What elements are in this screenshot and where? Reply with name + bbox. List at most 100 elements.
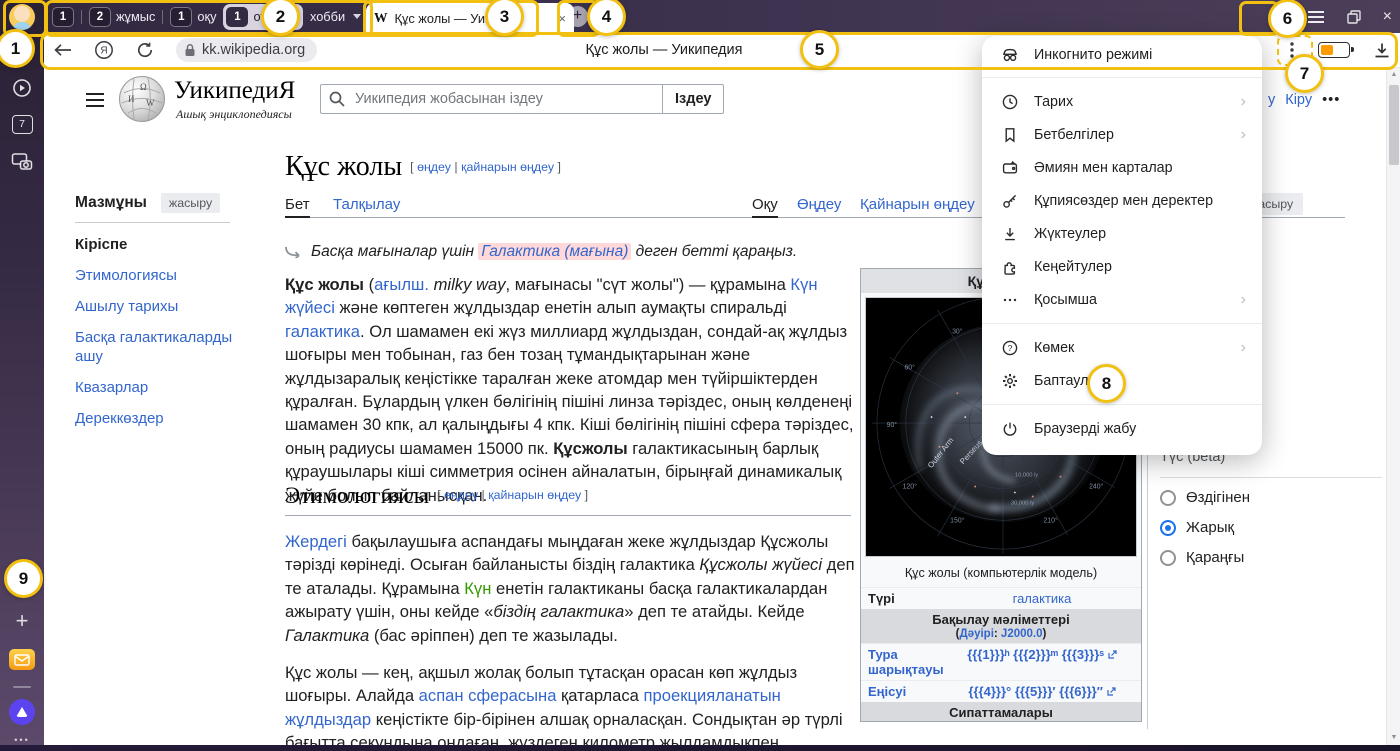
tab-group-1[interactable]: 1 <box>52 7 74 27</box>
external-link-icon <box>1107 687 1116 696</box>
wiki-search: Іздеу <box>320 84 724 114</box>
ra-label[interactable]: Тура шарықтауы <box>861 644 943 680</box>
radio-auto[interactable]: Өздігінен <box>1160 489 1250 506</box>
incognito-icon <box>1001 46 1019 64</box>
chevron-right-icon: › <box>1241 292 1246 308</box>
scrollbar-thumb[interactable] <box>1389 85 1399 165</box>
menu-item-help[interactable]: ? Көмек› <box>982 331 1262 364</box>
yandex-mail-icon[interactable] <box>9 649 35 670</box>
profile-avatar[interactable] <box>9 4 35 30</box>
toc-item-discovery[interactable]: Ашылу тарихы <box>75 297 243 316</box>
menu-item-passwords[interactable]: Құпиясөздер мен деректер <box>982 184 1262 217</box>
tab-talk[interactable]: Талқылау <box>333 196 400 216</box>
screenshot-icon[interactable] <box>0 152 44 171</box>
wallet-icon <box>1001 159 1019 177</box>
tab-page[interactable]: Бет <box>285 196 310 218</box>
battery-saver-icon[interactable] <box>1318 42 1350 58</box>
reload-icon[interactable] <box>136 41 154 59</box>
alice-assistant-icon[interactable] <box>9 699 35 725</box>
url-text: kk.wikipedia.org <box>202 42 305 58</box>
tab-group-work[interactable]: 2 жұмыс <box>89 7 155 27</box>
tab-group-hobby[interactable]: хобби <box>310 9 361 24</box>
menu-item-more[interactable]: Қосымша› <box>982 283 1262 316</box>
tab-edit-source[interactable]: Қайнарын өңдеу <box>860 196 975 216</box>
user-more-icon[interactable]: ••• <box>1322 92 1340 108</box>
window-bottom-edge <box>0 745 1400 751</box>
browser-window: 7 + ••• 1 2 жұмыс <box>0 0 1400 751</box>
toc-item-other-galaxies[interactable]: Басқа галактикаларды ашу <box>75 328 243 366</box>
toc-item-intro[interactable]: Кіріспе <box>75 235 243 254</box>
radio-icon[interactable] <box>1160 550 1176 566</box>
wikipedia-wordmark: УикипедиЯ <box>174 77 295 105</box>
gear-icon <box>1001 372 1019 390</box>
back-icon[interactable] <box>54 43 72 57</box>
chevron-right-icon: › <box>1241 127 1246 143</box>
toc-item-etymology[interactable]: Этимологиясы <box>75 266 243 285</box>
browser-menu-icon[interactable] <box>1307 10 1325 24</box>
title-edit-links[interactable]: [ өңдеу | қайнарын өңдеу ] <box>410 160 561 174</box>
play-media-icon[interactable] <box>0 78 44 98</box>
radio-icon[interactable] <box>1160 490 1176 506</box>
tab-group-study[interactable]: 1 оқу <box>170 7 216 27</box>
svg-text:60°: 60° <box>904 363 915 371</box>
active-tab[interactable]: W Құс жолы — Уик × <box>366 3 574 33</box>
radio-dark[interactable]: Қараңғы <box>1160 549 1244 566</box>
tab-close-icon[interactable]: × <box>558 11 566 26</box>
infobox-type-label: Түрі <box>861 588 943 609</box>
table-of-contents: Мазмұны жасыру Кіріспе Этимологиясы Ашыл… <box>75 193 243 440</box>
svg-text:30,000 ly: 30,000 ly <box>1011 500 1034 506</box>
dec-value: {{{4}}}° {{{5}}}′ {{{6}}}″ <box>968 684 1103 699</box>
hatnote: Басқа мағыналар үшін Галактика (мағына) … <box>285 243 797 261</box>
radio-light[interactable]: Жарық <box>1160 519 1234 536</box>
wiki-menu-icon[interactable] <box>86 89 104 111</box>
tab-edit[interactable]: Өңдеу <box>797 196 841 216</box>
menu-item-incognito[interactable]: Инкогнито режимі <box>982 40 1262 70</box>
redirect-arrow-icon <box>285 246 303 258</box>
toc-title: Мазмұны <box>75 194 147 212</box>
restore-window-icon[interactable] <box>1347 10 1361 24</box>
page-scrollbar[interactable]: ▲ ▼ <box>1386 67 1400 751</box>
callout-9: 9 <box>4 559 43 598</box>
sidebar-more-icon[interactable]: ••• <box>0 735 44 745</box>
menu-item-downloads[interactable]: Жүктеулер <box>982 217 1262 250</box>
add-panel-icon[interactable]: + <box>0 608 44 634</box>
svg-text:W: W <box>146 98 155 108</box>
search-button[interactable]: Іздеу <box>662 84 724 114</box>
close-window-icon[interactable]: × <box>1383 9 1392 25</box>
toc-hide-button[interactable]: жасыру <box>161 193 220 213</box>
tab-read[interactable]: Оқу <box>752 196 778 218</box>
downloads-icon[interactable] <box>1374 42 1390 59</box>
callout-7: 7 <box>1285 54 1324 93</box>
section-edit-links[interactable]: [ өңдеу | қайнарын өңдеу ] <box>437 488 588 502</box>
dec-label[interactable]: Еңісуі <box>861 681 943 702</box>
scroll-down-icon[interactable]: ▼ <box>1387 734 1400 741</box>
menu-item-close-browser[interactable]: Браузерді жабу <box>982 412 1262 445</box>
tab-counter-icon[interactable]: 7 <box>0 115 44 134</box>
svg-text:150°: 150° <box>950 516 965 524</box>
url-field[interactable]: kk.wikipedia.org <box>176 38 317 62</box>
callout-5: 5 <box>800 30 839 69</box>
yandex-services-icon[interactable]: Я <box>94 40 114 60</box>
puzzle-icon <box>1001 258 1019 276</box>
menu-item-wallet[interactable]: Әмиян мен карталар <box>982 151 1262 184</box>
characteristics-header: Сипаттамалары <box>861 702 1141 721</box>
download-icon <box>1001 225 1019 243</box>
observation-header: Бақылау мәліметтері <box>861 609 1141 628</box>
etymology-heading: Этимологиясы[ өңдеу | қайнарын өңдеу ] <box>285 483 851 516</box>
menu-item-bookmarks[interactable]: Бетбелгілер› <box>982 118 1262 151</box>
menu-item-history[interactable]: Тарих› <box>982 85 1262 118</box>
login-link[interactable]: Кіру <box>1285 92 1312 108</box>
infobox-type-value[interactable]: галактика <box>1013 591 1072 606</box>
wikipedia-tagline: Ашық энциклопедиясы <box>176 107 292 122</box>
toc-item-quasars[interactable]: Квазарлар <box>75 378 243 397</box>
menu-item-extensions[interactable]: Кеңейтулер <box>982 250 1262 283</box>
wikipedia-logo[interactable]: Ω И W <box>118 75 166 123</box>
toc-item-sources[interactable]: Дереккөздер <box>75 409 243 428</box>
radio-checked-icon[interactable] <box>1160 520 1176 536</box>
color-setting-divider <box>1160 477 1382 478</box>
scroll-up-icon[interactable]: ▲ <box>1387 71 1400 78</box>
tab-groups: 1 2 жұмыс 1 оқу 1 отбасы хобби <box>52 0 361 33</box>
svg-text:90°: 90° <box>887 421 898 429</box>
key-icon <box>1001 192 1019 210</box>
search-input[interactable] <box>320 84 662 114</box>
